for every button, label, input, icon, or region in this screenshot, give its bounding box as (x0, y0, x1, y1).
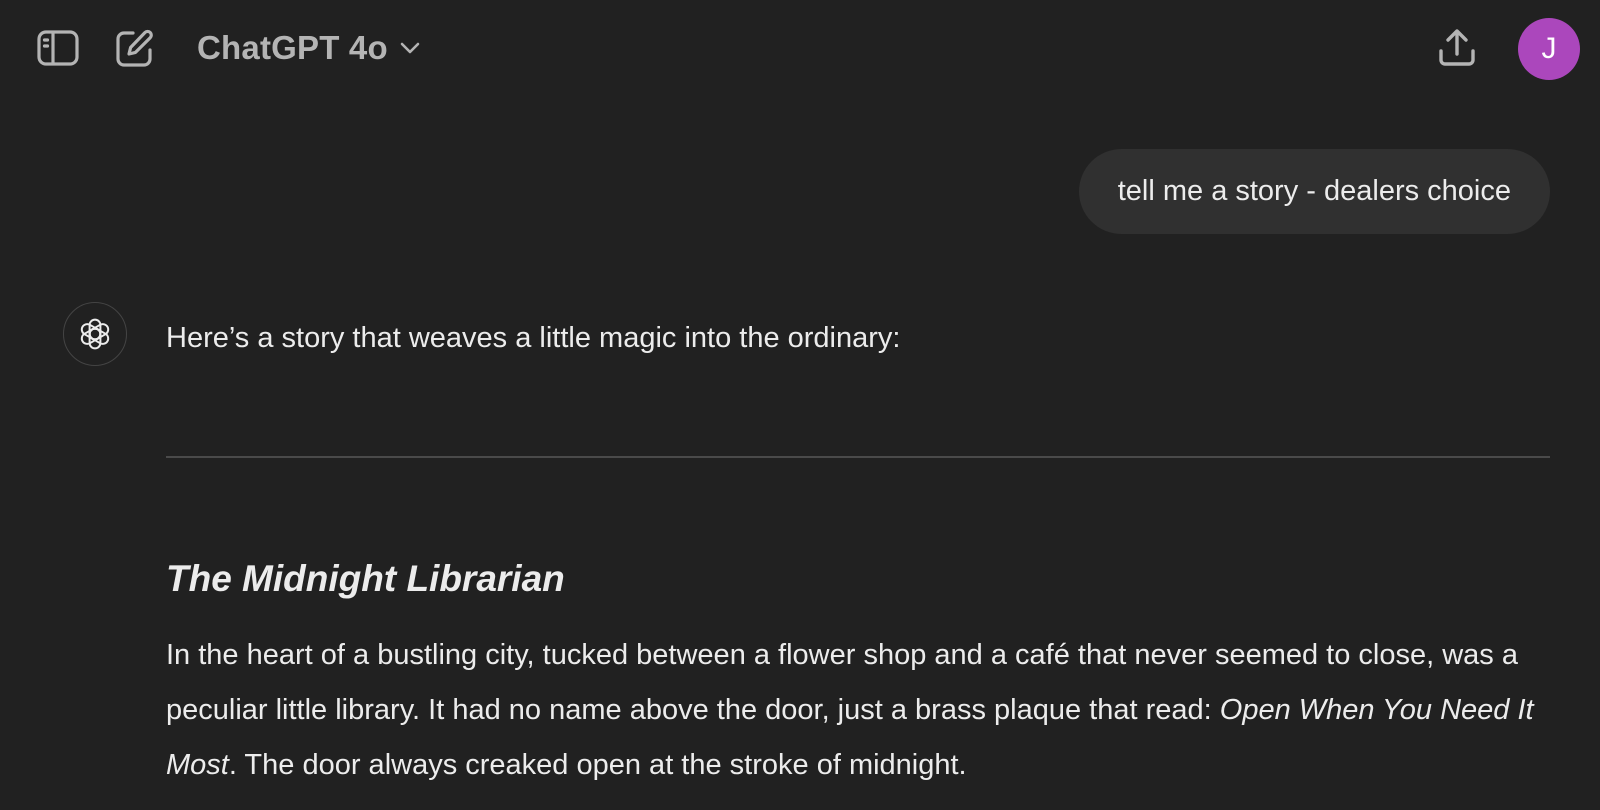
new-chat-icon (116, 29, 153, 67)
divider (166, 456, 1550, 458)
assistant-intro: Here’s a story that weaves a little magi… (166, 322, 901, 354)
story-paragraph: In the heart of a bustling city, tucked … (166, 628, 1550, 793)
sidebar-toggle-icon (37, 30, 79, 66)
user-message-text: tell me a story - dealers choice (1117, 175, 1511, 207)
user-avatar[interactable]: J (1518, 18, 1580, 80)
openai-logo-icon (80, 318, 110, 350)
chevron-down-icon (400, 42, 420, 54)
model-name: ChatGPT 4o (197, 29, 388, 66)
story-title: The Midnight Librarian (166, 558, 565, 599)
assistant-message: Here’s a story that weaves a little magi… (166, 310, 1550, 781)
top-bar: ChatGPT 4o J (0, 0, 1600, 96)
model-switcher[interactable]: ChatGPT 4o (197, 24, 422, 72)
avatar-initial: J (1541, 32, 1557, 65)
chat-app: ChatGPT 4o J tell me a story - dealers c… (0, 0, 1600, 810)
share-button[interactable] (1429, 20, 1485, 76)
sidebar-toggle-button[interactable] (30, 20, 86, 76)
user-message-bubble: tell me a story - dealers choice (1078, 149, 1550, 234)
story-text-part2: . The door always creaked open at the st… (228, 749, 967, 781)
share-upload-icon (1439, 29, 1475, 66)
assistant-avatar (63, 302, 127, 366)
new-chat-button[interactable] (107, 20, 163, 76)
